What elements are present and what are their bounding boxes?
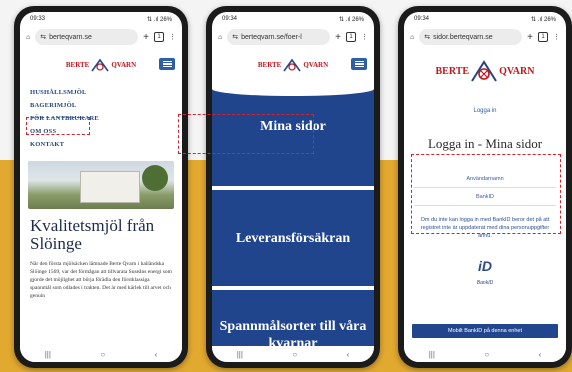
status-indicators: ⇅ .ıl 26% <box>338 16 364 23</box>
home-nav-icon[interactable]: ○ <box>484 350 489 359</box>
berte-qvarn-logo[interactable]: BERTE QVARN <box>258 58 328 72</box>
address-bar[interactable]: ⇆ berteqvarn.se/foer-l <box>227 29 331 45</box>
back-icon[interactable]: ‹ <box>539 350 542 359</box>
logo-text-left: BERTE <box>435 65 470 77</box>
login-title: Logga in - Mina sidor <box>427 136 543 151</box>
logo-text-right: QVARN <box>111 61 137 69</box>
menu-item-hushallsmjol[interactable]: HUSHÅLLSMJÖL <box>30 86 172 99</box>
address-bar[interactable]: ⇆ berteqvarn.se <box>35 29 139 45</box>
back-icon[interactable]: ‹ <box>155 350 158 359</box>
android-nav-bar: ||| ○ ‹ <box>20 346 182 362</box>
status-time: 09:34 <box>414 16 430 22</box>
menu-item-kontakt[interactable]: KONTAKT <box>30 138 172 151</box>
more-icon[interactable]: ⋮ <box>553 33 560 41</box>
status-bar: 09:34 ⇅ .ıl 26% <box>404 12 566 26</box>
status-indicators: ⇅ .ıl 26% <box>146 16 172 23</box>
recents-icon[interactable]: ||| <box>45 350 51 359</box>
status-bar: 09:34 ⇅ .ıl 26% <box>212 12 374 26</box>
browser-toolbar: ⌂ ⇆ sidor.berteqvarn.se + 1 ⋮ <box>404 26 566 48</box>
mill-emblem-icon <box>91 58 110 72</box>
header-curve <box>212 82 374 96</box>
menu-button[interactable] <box>351 58 367 70</box>
highlight-mina-sidor <box>178 114 314 154</box>
url-text: berteqvarn.se/foer-l <box>241 33 302 41</box>
new-tab-icon[interactable]: + <box>335 32 341 43</box>
url-text: berteqvarn.se <box>49 33 92 41</box>
android-nav-bar: ||| ○ ‹ <box>212 346 374 362</box>
status-time: 09:33 <box>30 16 46 22</box>
panel-leveransforsakran[interactable]: Leveransförsäkran <box>212 190 374 286</box>
menu-item-bagerimjol[interactable]: BAGERIMJÖL <box>30 99 172 112</box>
site-header: BERTE QVARN <box>212 48 374 82</box>
home-icon[interactable]: ⌂ <box>26 34 30 41</box>
logo-text-right: QVARN <box>499 65 535 77</box>
mill-emblem-icon <box>471 60 497 82</box>
status-indicators: ⇅ .ıl 26% <box>530 16 556 23</box>
login-link[interactable]: Logga in <box>404 108 566 114</box>
berte-qvarn-logo[interactable]: BERTE QVARN <box>66 58 136 72</box>
highlight-menu-items <box>26 117 90 135</box>
highlight-login-form <box>411 154 561 234</box>
home-nav-icon[interactable]: ○ <box>100 350 105 359</box>
tab-switcher-button[interactable]: 1 <box>154 32 164 42</box>
mobile-bankid-button[interactable]: Mobilt BankID på denna enhet <box>412 324 558 338</box>
status-bar: 09:33 ⇅ .ıl 26% <box>20 12 182 26</box>
home-nav-icon[interactable]: ○ <box>292 350 297 359</box>
browser-toolbar: ⌂ ⇆ berteqvarn.se + 1 ⋮ <box>20 26 182 48</box>
more-icon[interactable]: ⋮ <box>361 33 368 41</box>
site-header: BERTE QVARN <box>20 48 182 82</box>
more-icon[interactable]: ⋮ <box>169 33 176 41</box>
phone-home-page: 09:33 ⇅ .ıl 26% ⌂ ⇆ berteqvarn.se + 1 ⋮ … <box>14 6 188 368</box>
recents-icon[interactable]: ||| <box>429 350 435 359</box>
address-bar[interactable]: ⇆ sidor.berteqvarn.se <box>419 29 523 45</box>
intro-paragraph: När den första mjölsäcken lämnade Berte … <box>30 261 172 299</box>
photo-tree <box>142 165 168 191</box>
phone-farmers-page: 09:34 ⇅ .ıl 26% ⌂ ⇆ berteqvarn.se/foer-l… <box>206 6 380 368</box>
panel-label: Leveransförsäkran <box>235 230 351 246</box>
berte-qvarn-logo[interactable]: BERTE QVARN <box>435 60 535 82</box>
recents-icon[interactable]: ||| <box>237 350 243 359</box>
site-header: BERTE QVARN <box>404 48 566 94</box>
logo-text-left: BERTE <box>257 61 282 69</box>
tune-icon: ⇆ <box>424 34 431 41</box>
page-headline: Kvalitetsmjöl från Slöinge <box>30 216 155 253</box>
flour-sacks-photo <box>28 161 174 209</box>
new-tab-icon[interactable]: + <box>527 32 533 43</box>
mill-emblem-icon <box>283 58 302 72</box>
status-time: 09:34 <box>222 16 238 22</box>
photo-sacks <box>80 171 140 203</box>
home-icon[interactable]: ⌂ <box>218 34 222 41</box>
tune-icon: ⇆ <box>232 34 239 41</box>
new-tab-icon[interactable]: + <box>143 32 149 43</box>
bankid-logo-text: BankID <box>476 280 494 286</box>
browser-toolbar: ⌂ ⇆ berteqvarn.se/foer-l + 1 ⋮ <box>212 26 374 48</box>
phone-screen: 09:33 ⇅ .ıl 26% ⌂ ⇆ berteqvarn.se + 1 ⋮ … <box>20 12 182 362</box>
phone-screen: 09:34 ⇅ .ıl 26% ⌂ ⇆ berteqvarn.se/foer-l… <box>212 12 374 362</box>
logo-text-right: QVARN <box>303 61 329 69</box>
menu-button[interactable] <box>159 58 175 70</box>
back-icon[interactable]: ‹ <box>347 350 350 359</box>
tune-icon: ⇆ <box>40 34 47 41</box>
home-icon[interactable]: ⌂ <box>410 34 414 41</box>
tab-switcher-button[interactable]: 1 <box>538 32 548 42</box>
url-text: sidor.berteqvarn.se <box>433 33 493 41</box>
tab-switcher-button[interactable]: 1 <box>346 32 356 42</box>
logo-text-left: BERTE <box>65 61 90 69</box>
android-nav-bar: ||| ○ ‹ <box>404 346 566 362</box>
bankid-logo-icon: iD <box>478 258 492 274</box>
